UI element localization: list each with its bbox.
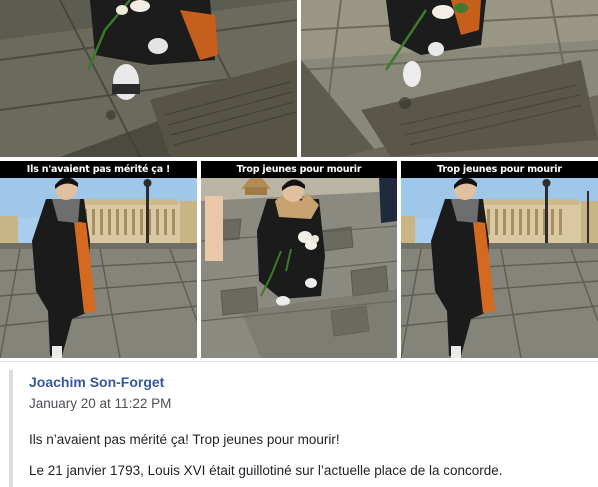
photo-5-image [401,161,598,358]
quote-rule [9,370,13,487]
photo-4[interactable]: Trop jeunes pour mourir [201,161,397,358]
photo-4-caption: Trop jeunes pour mourir [201,161,397,178]
photo-1-image [0,0,297,157]
photo-3-caption: Ils n'avaient pas mérité ça ! [0,161,197,178]
photo-1[interactable] [0,0,297,157]
post-text-line-2: Le 21 janvier 1793, Louis XVI était guil… [29,463,503,478]
post-timestamp-link[interactable]: January 20 at 11:22 PM [29,396,171,411]
author-name-link[interactable]: Joachim Son-Forget [29,374,164,390]
photo-grid: Ils n'avaient pas mérité ça ! Trop jeune… [0,0,598,361]
photo-2[interactable] [301,0,598,157]
photo-5-caption: Trop jeunes pour mourir [401,161,598,178]
photo-3[interactable]: Ils n'avaient pas mérité ça ! [0,161,197,358]
photo-5[interactable]: Trop jeunes pour mourir [401,161,598,358]
photo-3-image [0,161,197,358]
photo-4-image [201,161,397,358]
post-body: Joachim Son-Forget January 20 at 11:22 P… [0,361,598,487]
post-text-line-1: Ils n’avaient pas mérité ça! Trop jeunes… [29,432,340,447]
photo-2-image [301,0,598,157]
